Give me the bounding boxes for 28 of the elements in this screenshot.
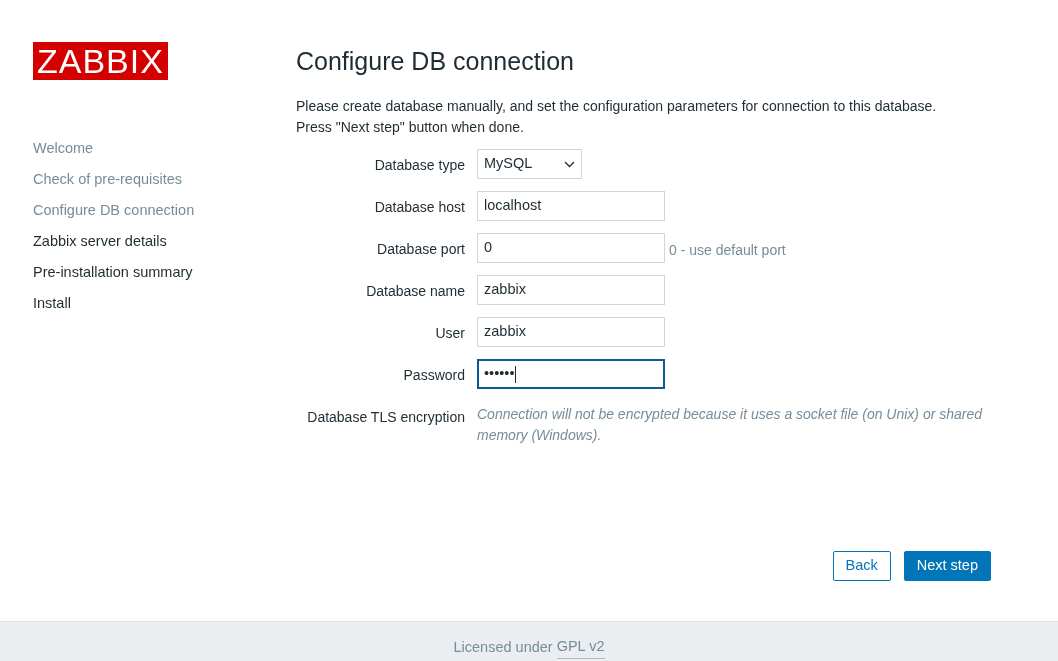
step-item: Configure DB connection xyxy=(33,201,196,220)
page-title: Configure DB connection xyxy=(296,46,575,76)
step-item: Install xyxy=(33,294,72,313)
logo: ZABBIX xyxy=(33,42,168,80)
field-label: Database host xyxy=(373,198,465,217)
step-item: Zabbix server details xyxy=(33,232,168,251)
field-note: Connection will not be encrypted because it uses a socket file (on Unix) or shared memory (Windows). xyxy=(477,405,984,445)
field-label: Database type xyxy=(373,156,465,175)
chevron-down-icon xyxy=(564,160,575,168)
field-label: Password xyxy=(402,366,465,385)
next-step-button[interactable]: Next step xyxy=(903,551,991,581)
input-field[interactable]: localhost xyxy=(477,191,665,221)
field-label: Database port xyxy=(376,240,465,259)
license-text: Licensed under xyxy=(453,637,553,657)
step-item: Welcome xyxy=(33,139,95,158)
field-label: User xyxy=(434,324,465,343)
input-field[interactable]: •••••• xyxy=(477,359,665,389)
field-label: Database name xyxy=(365,282,465,301)
input-field[interactable]: 0 xyxy=(477,233,665,263)
input-field[interactable]: zabbix xyxy=(477,275,665,305)
field-hint: 0 - use default port xyxy=(668,241,786,260)
intro-text: Please create database manually, and set the configuration parameters for connection to this database. Press "Next step" button when done. xyxy=(296,97,938,137)
step-item: Pre-installation summary xyxy=(33,263,194,282)
input-field[interactable]: zabbix xyxy=(477,317,665,347)
field-label: Database TLS encryption xyxy=(306,408,465,427)
step-item: Check of pre-requisites xyxy=(33,170,184,189)
database-type-select[interactable]: MySQL xyxy=(477,149,582,179)
back-button[interactable]: Back xyxy=(832,551,891,581)
